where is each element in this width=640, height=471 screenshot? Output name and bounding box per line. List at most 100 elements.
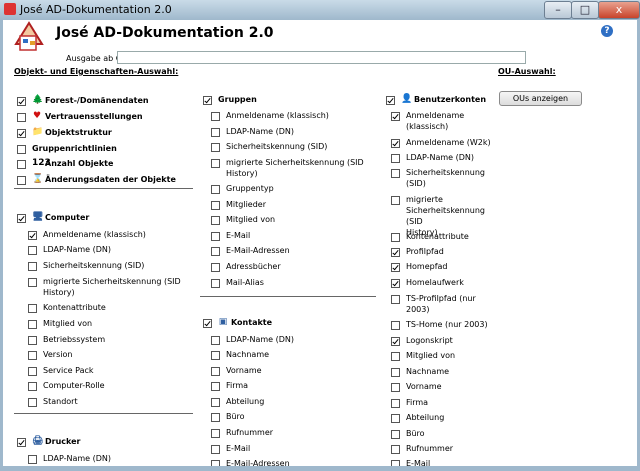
checkbox-nachname[interactable]: Nachname	[391, 366, 491, 377]
checkbox-unchecked[interactable]	[28, 336, 37, 345]
checkbox-unchecked[interactable]	[28, 320, 37, 329]
checkbox-unchecked[interactable]	[28, 246, 37, 255]
checkbox-drucker[interactable]: 🖨 Drucker	[17, 436, 81, 447]
checkbox-unchecked[interactable]	[211, 201, 220, 210]
checkbox-abteilung[interactable]: Abteilung	[391, 412, 491, 423]
checkbox-kontakte[interactable]: ▣ Kontakte	[203, 317, 272, 328]
checkbox-unchecked[interactable]	[391, 414, 400, 423]
checkbox-unchecked[interactable]	[211, 445, 220, 454]
checkbox-anmeldename-klassisch[interactable]: Anmeldename (klassisch)	[211, 110, 381, 121]
checkbox-mitglied-von[interactable]: Mitglied von	[211, 214, 381, 225]
checkbox-unchecked[interactable]	[391, 399, 400, 408]
checkbox-mitglied-von[interactable]: Mitglied von	[391, 350, 491, 361]
checkbox-unchecked[interactable]	[211, 367, 220, 376]
checkbox-unchecked[interactable]	[28, 351, 37, 360]
checkbox-unchecked[interactable]	[211, 263, 220, 272]
checkbox-computer-rolle[interactable]: Computer-Rolle	[28, 380, 198, 391]
checkbox-checked[interactable]	[391, 279, 400, 288]
checkbox-büro[interactable]: Büro	[391, 428, 491, 439]
checkbox-checked[interactable]	[203, 319, 212, 328]
checkbox-ts-profilpfad-nur[interactable]: TS-Profilpfad (nur 2003)	[391, 293, 491, 315]
checkbox-ldap-name-dn[interactable]: LDAP-Name (DN)	[391, 152, 491, 163]
checkbox-unchecked[interactable]	[391, 368, 400, 377]
checkbox-anmeldename[interactable]: Anmeldename (klassisch)	[391, 110, 491, 132]
checkbox-checked[interactable]	[386, 96, 395, 105]
checkbox-abteilung[interactable]: Abteilung	[211, 396, 381, 407]
checkbox-forest-domänendaten[interactable]: 🌲 Forest-/Domänendaten	[17, 95, 149, 106]
checkbox-profilpfad[interactable]: Profilpfad	[391, 246, 491, 257]
checkbox-nachname[interactable]: Nachname	[211, 349, 381, 360]
checkbox-e-mail[interactable]: E-Mail	[211, 230, 381, 241]
checkbox-ldap-name-dn[interactable]: LDAP-Name (DN)	[211, 126, 381, 137]
checkbox-unchecked[interactable]	[28, 382, 37, 391]
checkbox-checked[interactable]	[391, 263, 400, 272]
checkbox-unchecked[interactable]	[391, 352, 400, 361]
checkbox-unchecked[interactable]	[391, 383, 400, 392]
checkbox-vorname[interactable]: Vorname	[211, 365, 381, 376]
checkbox-unchecked[interactable]	[17, 176, 26, 185]
checkbox-unchecked[interactable]	[211, 382, 220, 391]
checkbox-unchecked[interactable]	[211, 336, 220, 345]
checkbox-gruppen[interactable]: Gruppen	[203, 94, 257, 105]
checkbox-unchecked[interactable]	[28, 304, 37, 313]
checkbox-ldap-name-dn[interactable]: LDAP-Name (DN)	[28, 453, 111, 464]
checkbox-checked[interactable]	[391, 337, 400, 346]
checkbox-service-pack[interactable]: Service Pack	[28, 365, 198, 376]
checkbox-unchecked[interactable]	[211, 143, 220, 152]
checkbox-anmeldename-w2k[interactable]: Anmeldename (W2k)	[391, 137, 491, 148]
checkbox-unchecked[interactable]	[211, 159, 220, 168]
checkbox-änderungsdaten-der-objekte[interactable]: ⌛ Änderungsdaten der Objekte	[17, 174, 176, 185]
maximize-button[interactable]: □	[571, 1, 599, 19]
checkbox-logonskript[interactable]: Logonskript	[391, 335, 491, 346]
checkbox-unchecked[interactable]	[391, 196, 400, 205]
checkbox-homelaufwerk[interactable]: Homelaufwerk	[391, 277, 491, 288]
checkbox-checked[interactable]	[203, 96, 212, 105]
checkbox-migrierte-sicherheitskennung-sid[interactable]: migrierte Sicherheitskennung (SID History…	[28, 276, 198, 298]
checkbox-unchecked[interactable]	[211, 128, 220, 137]
checkbox-unchecked[interactable]	[28, 262, 37, 271]
checkbox-unchecked[interactable]	[391, 445, 400, 454]
checkbox-unchecked[interactable]	[211, 216, 220, 225]
checkbox-betriebssystem[interactable]: Betriebssystem	[28, 334, 198, 345]
help-icon[interactable]: ?	[601, 25, 613, 37]
checkbox-unchecked[interactable]	[211, 351, 220, 360]
checkbox-firma[interactable]: Firma	[391, 397, 491, 408]
checkbox-unchecked[interactable]	[211, 398, 220, 407]
checkbox-checked[interactable]	[17, 129, 26, 138]
checkbox-unchecked[interactable]	[28, 367, 37, 376]
checkbox-checked[interactable]	[391, 112, 400, 121]
checkbox-migrierte-sicherheitskennung-sid[interactable]: migrierte Sicherheitskennung (SID History…	[211, 157, 381, 179]
checkbox-mitglied-von[interactable]: Mitglied von	[28, 318, 198, 329]
checkbox-sicherheitskennung[interactable]: Sicherheitskennung (SID)	[391, 167, 491, 189]
checkbox-büro[interactable]: Büro	[211, 411, 381, 422]
checkbox-mail-alias[interactable]: Mail-Alias	[211, 277, 381, 288]
checkbox-unchecked[interactable]	[391, 154, 400, 163]
checkbox-gruppentyp[interactable]: Gruppentyp	[211, 183, 381, 194]
checkbox-rufnummer[interactable]: Rufnummer	[211, 427, 381, 438]
checkbox-anmeldename-klassisch[interactable]: Anmeldename (klassisch)	[28, 229, 198, 240]
checkbox-kontenattribute[interactable]: Kontenattribute	[28, 302, 198, 313]
minimize-button[interactable]: –	[544, 1, 572, 19]
checkbox-checked[interactable]	[391, 248, 400, 257]
checkbox-unchecked[interactable]	[17, 160, 26, 169]
checkbox-unchecked[interactable]	[391, 169, 400, 178]
checkbox-unchecked[interactable]	[28, 398, 37, 407]
close-button[interactable]: x	[598, 1, 640, 19]
checkbox-vorname[interactable]: Vorname	[391, 381, 491, 392]
checkbox-unchecked[interactable]	[17, 113, 26, 122]
checkbox-unchecked[interactable]	[17, 145, 26, 154]
checkbox-ldap-name-dn[interactable]: LDAP-Name (DN)	[28, 244, 198, 255]
checkbox-sicherheitskennung-sid[interactable]: Sicherheitskennung (SID)	[211, 141, 381, 152]
checkbox-e-mail-adressen[interactable]: E-Mail-Adressen	[211, 245, 381, 256]
checkbox-unchecked[interactable]	[211, 185, 220, 194]
checkbox-unchecked[interactable]	[211, 429, 220, 438]
checkbox-ldap-name-dn[interactable]: LDAP-Name (DN)	[211, 334, 381, 345]
checkbox-checked[interactable]	[17, 214, 26, 223]
checkbox-standort[interactable]: Standort	[28, 396, 198, 407]
checkbox-kontenattribute[interactable]: Kontenattribute	[391, 231, 491, 242]
checkbox-e-mail[interactable]: E-Mail	[211, 443, 381, 454]
checkbox-homepfad[interactable]: Homepfad	[391, 261, 491, 272]
checkbox-unchecked[interactable]	[211, 279, 220, 288]
checkbox-checked[interactable]	[17, 438, 26, 447]
checkbox-checked[interactable]	[28, 231, 37, 240]
